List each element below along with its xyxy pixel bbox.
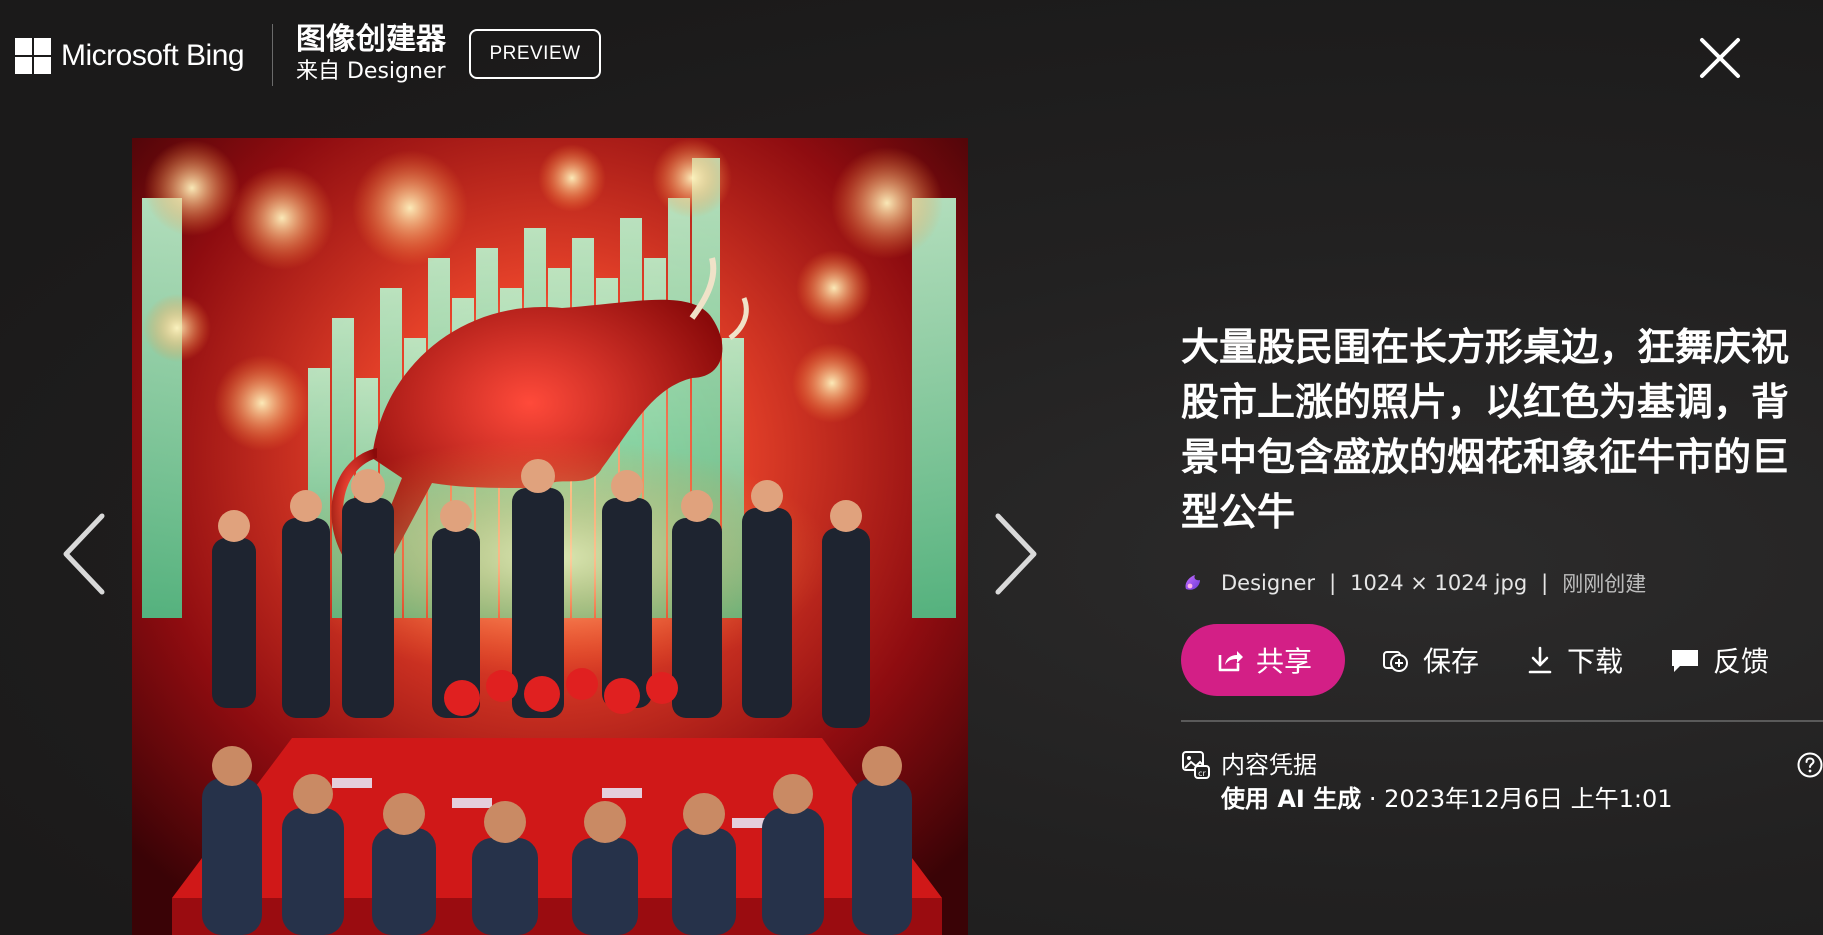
share-button[interactable]: 共享 <box>1181 624 1345 696</box>
content-credentials-icon: cr <box>1182 751 1210 779</box>
save-button[interactable]: 保存 <box>1381 640 1479 680</box>
close-icon <box>1700 38 1740 78</box>
feedback-button[interactable]: 反馈 <box>1669 640 1769 680</box>
bing-logo[interactable]: Microsoft Bing <box>15 38 245 74</box>
share-label: 共享 <box>1255 645 1312 678</box>
product-subtitle: 来自 Designer <box>296 59 446 84</box>
generated-image[interactable] <box>132 138 968 935</box>
meta-source: Designer <box>1221 571 1316 595</box>
save-label: 保存 <box>1423 645 1480 678</box>
header: Microsoft Bing 图像创建器 来自 Designer PREVIEW <box>0 0 1823 110</box>
svg-text:cr: cr <box>1198 769 1206 778</box>
help-icon[interactable] <box>1797 752 1823 778</box>
download-label: 下载 <box>1567 645 1624 678</box>
product-title-block[interactable]: 图像创建器 来自 Designer <box>296 22 446 86</box>
credentials-title: 内容凭据 <box>1221 751 1317 779</box>
details-panel: 大量股民围在长方形桌边，狂舞庆祝股市上涨的照片，以红色为基调，背景中包含盛放的烟… <box>1181 320 1823 816</box>
previous-image-button[interactable] <box>60 512 110 596</box>
image-meta: Designer | 1024 × 1024 jpg | 刚刚创建 <box>1181 568 1801 598</box>
chevron-left-icon <box>63 513 105 595</box>
next-image-button[interactable] <box>990 512 1040 596</box>
meta-separator: | <box>1329 571 1337 595</box>
designer-icon <box>1185 575 1200 590</box>
brand-name: Microsoft Bing <box>61 39 245 72</box>
save-collection-icon <box>1383 651 1408 672</box>
close-button[interactable] <box>1696 34 1744 82</box>
meta-separator: | <box>1541 571 1549 595</box>
credentials-text: 内容凭据 使用 AI 生成 · 2023年12月6日 上午1:01 <box>1221 748 1673 816</box>
credentials-detail: 使用 AI 生成 · 2023年12月6日 上午1:01 <box>1221 782 1673 816</box>
chevron-right-icon <box>995 513 1037 595</box>
product-title: 图像创建器 <box>296 22 446 57</box>
meta-resolution: 1024 × 1024 jpg <box>1350 571 1528 595</box>
feedback-icon <box>1672 650 1699 672</box>
share-icon <box>1218 651 1243 672</box>
image-detail-page: Microsoft Bing 图像创建器 来自 Designer PREVIEW <box>0 0 1823 935</box>
download-button[interactable]: 下载 <box>1525 640 1623 680</box>
preview-badge[interactable]: PREVIEW <box>469 29 601 79</box>
prompt-text: 大量股民围在长方形桌边，狂舞庆祝股市上涨的照片，以红色为基调，背景中包含盛放的烟… <box>1181 325 1790 534</box>
feedback-label: 反馈 <box>1713 645 1770 678</box>
download-icon <box>1528 646 1552 674</box>
microsoft-logo-icon <box>15 38 51 74</box>
generated-image-art <box>132 138 968 935</box>
action-bar: 共享 保存 下载 反馈 <box>1181 624 1801 696</box>
ai-generated-label: 使用 AI 生成 <box>1221 785 1362 813</box>
panel-divider <box>1181 720 1823 722</box>
content-credentials: cr 内容凭据 使用 AI 生成 · 2023年12月6日 上午1:01 <box>1181 748 1823 816</box>
header-divider <box>272 24 273 86</box>
credentials-timestamp: · 2023年12月6日 上午1:01 <box>1361 785 1673 813</box>
meta-created: 刚刚创建 <box>1562 572 1647 596</box>
